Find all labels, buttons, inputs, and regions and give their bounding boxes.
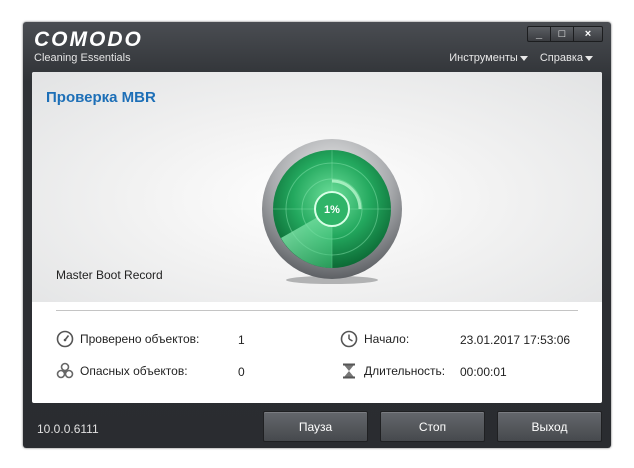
stop-button[interactable]: Стоп xyxy=(380,411,485,442)
app-window: COMODO Cleaning Essentials _ □ × Инструм… xyxy=(23,22,611,448)
scan-panel: Проверка MBR 1% Master Boot Record Прове… xyxy=(32,72,602,403)
dangerous-value: 0 xyxy=(238,365,245,379)
chevron-down-icon xyxy=(519,55,528,61)
menu-tools-label: Инструменты xyxy=(449,52,518,64)
menu-help-label: Справка xyxy=(539,52,583,64)
stat-dangerous: Опасных объектов: xyxy=(56,362,188,380)
checked-label: Проверено объектов: xyxy=(80,332,200,346)
gauge-icon xyxy=(56,330,74,348)
stat-duration: Длительность: xyxy=(340,362,445,380)
stat-start: Начало: xyxy=(340,330,409,348)
divider xyxy=(56,310,578,311)
version-label: 10.0.0.6111 xyxy=(37,422,99,436)
start-value: 23.01.2017 17:53:06 xyxy=(460,333,571,347)
menu-tools[interactable]: Инструменты xyxy=(449,52,528,64)
maximize-button[interactable]: □ xyxy=(550,27,573,41)
menu-help[interactable]: Справка xyxy=(540,52,593,64)
minimize-button[interactable]: _ xyxy=(528,27,550,41)
exit-button[interactable]: Выход xyxy=(497,411,602,442)
progress-percent: 1% xyxy=(324,204,340,216)
duration-value-wrap: 00:00:01 xyxy=(460,365,507,379)
dangerous-label: Опасных объектов: xyxy=(80,364,188,378)
start-value-wrap: 23.01.2017 17:53:06 xyxy=(460,333,570,347)
radar-progress-indicator: 1% xyxy=(262,139,402,284)
hourglass-icon xyxy=(343,363,355,379)
pause-button[interactable]: Пауза xyxy=(263,411,368,442)
page-title: Проверка MBR xyxy=(46,89,156,106)
start-label: Начало: xyxy=(364,332,410,346)
scan-target: Master Boot Record xyxy=(56,268,163,282)
chevron-down-icon xyxy=(585,55,593,61)
comodo-logo: COMODO xyxy=(34,28,143,51)
clock-icon xyxy=(340,330,358,348)
duration-label: Длительность: xyxy=(364,364,446,378)
stat-checked: Проверено объектов: xyxy=(56,330,199,348)
dangerous-value-wrap: 0 xyxy=(238,365,245,379)
checked-value: 1 xyxy=(238,333,245,347)
product-name: Cleaning Essentials xyxy=(34,52,131,64)
biohazard-icon xyxy=(56,362,74,379)
close-button[interactable]: × xyxy=(573,27,602,41)
duration-value: 00:00:01 xyxy=(460,365,507,379)
top-menu: Инструменты Справка xyxy=(449,52,593,64)
window-controls: _ □ × xyxy=(527,26,603,42)
checked-value-wrap: 1 xyxy=(238,333,245,347)
